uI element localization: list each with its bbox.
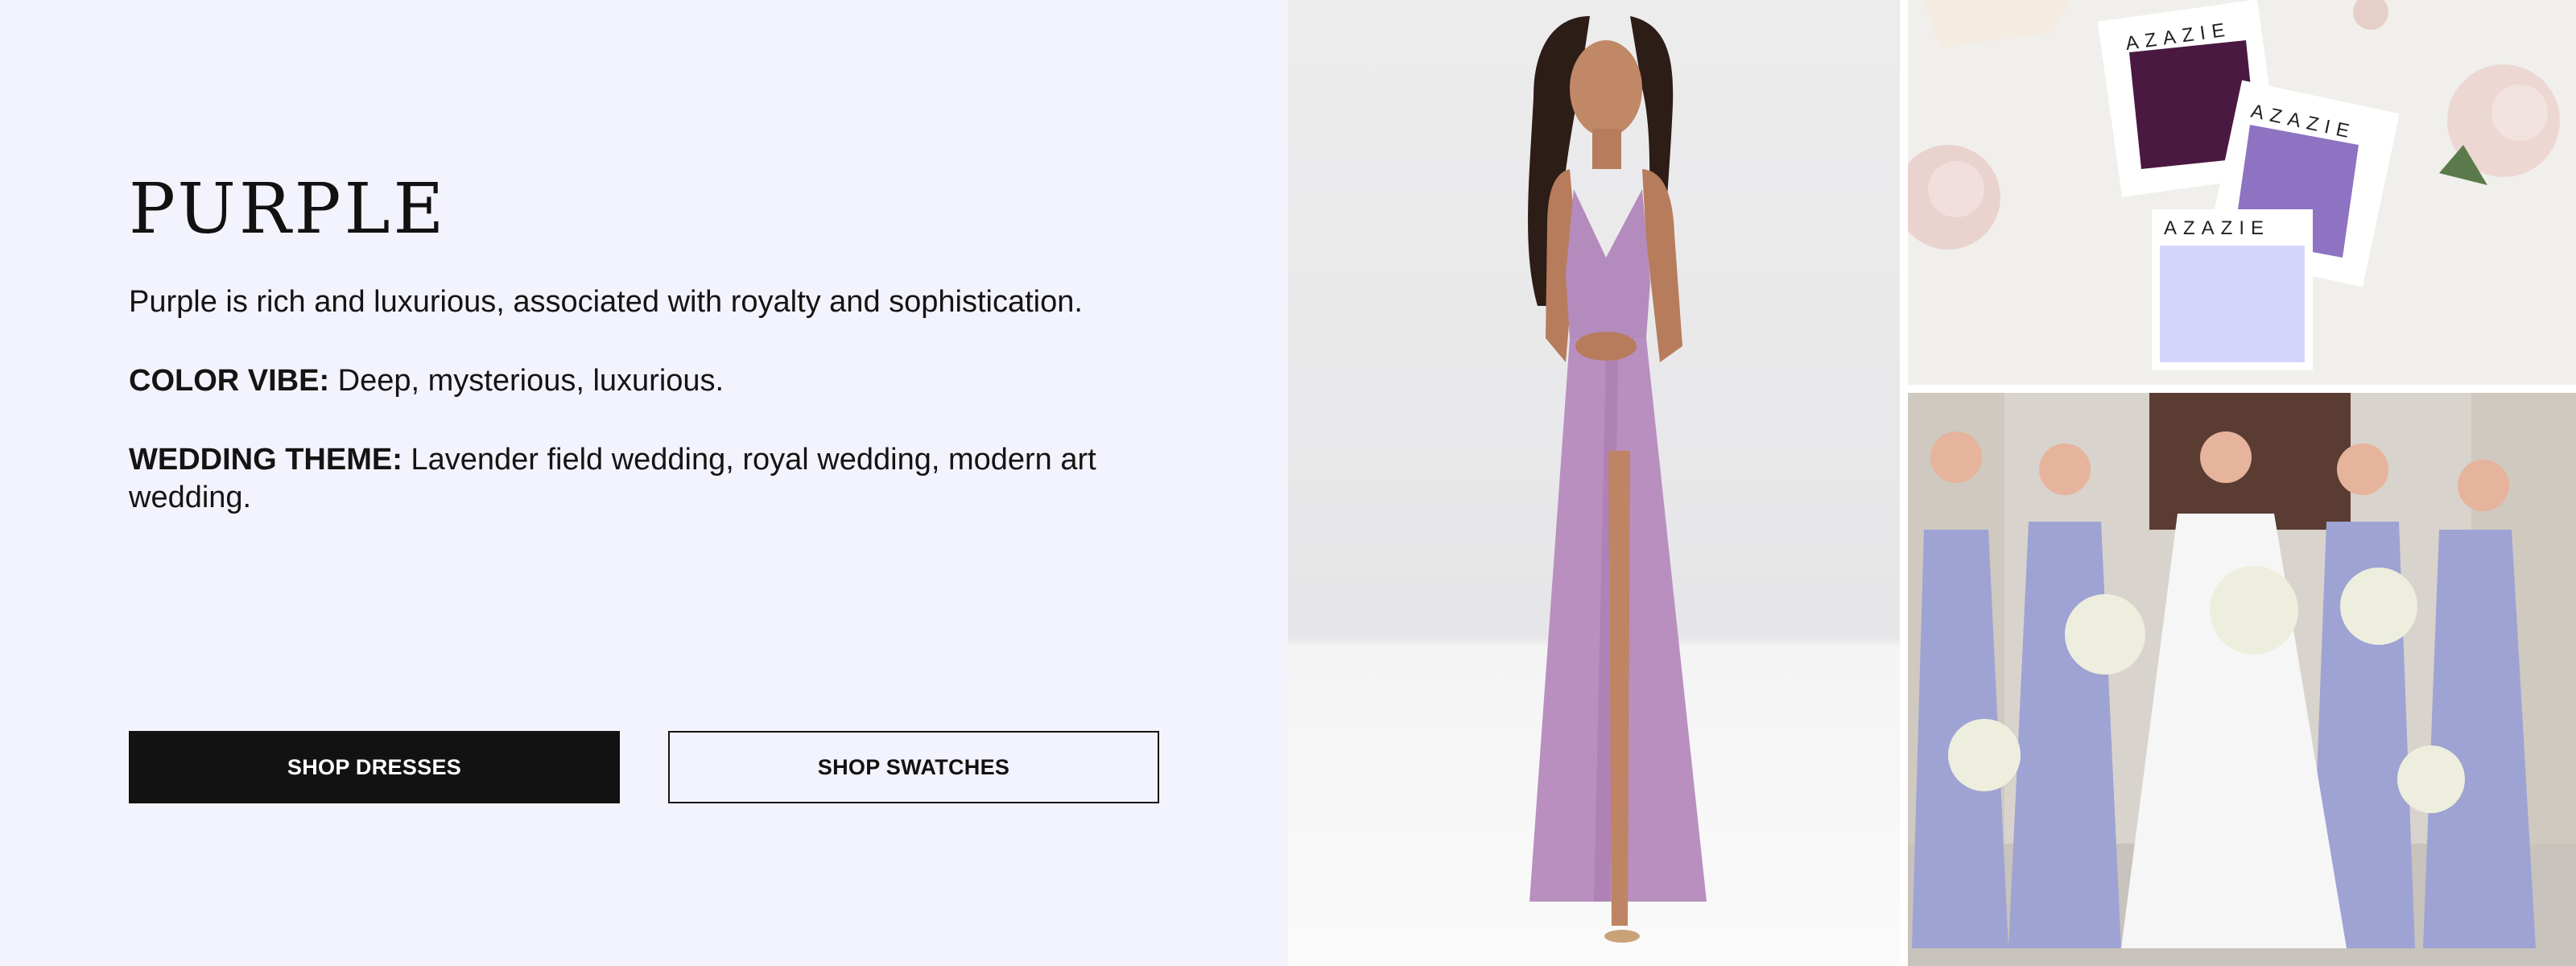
wedding-theme-label: WEDDING THEME: bbox=[129, 443, 402, 477]
shop-swatches-button[interactable]: SHOP SWATCHES bbox=[668, 731, 1159, 803]
swatches-illustration bbox=[1908, 0, 2560, 370]
color-vibe-value: Deep, mysterious, luxurious. bbox=[329, 364, 724, 398]
bridal-party-illustration bbox=[1908, 393, 2576, 966]
model-illustration bbox=[1528, 16, 1707, 943]
shop-dresses-button[interactable]: SHOP DRESSES bbox=[129, 731, 620, 803]
page-title: PURPLE bbox=[129, 169, 448, 250]
color-info-panel: PURPLE Purple is rich and luxurious, ass… bbox=[0, 0, 1288, 966]
color-vibe: COLOR VIBE: Deep, mysterious, luxurious. bbox=[129, 362, 1175, 400]
image-divider-vertical bbox=[1900, 0, 1908, 966]
swatch-brand-3: AZAZIE bbox=[2164, 217, 2271, 239]
color-description: Purple is rich and luxurious, associated… bbox=[129, 283, 1175, 558]
swatches-photo: AZAZIE AZAZIE AZAZIE bbox=[1908, 0, 2576, 385]
description-text: Purple is rich and luxurious, associated… bbox=[129, 285, 1083, 319]
color-vibe-label: COLOR VIBE: bbox=[129, 364, 330, 398]
wedding-theme: WEDDING THEME: Lavender field wedding, r… bbox=[129, 441, 1175, 517]
image-divider-horizontal bbox=[1908, 385, 2576, 393]
model-dress-photo bbox=[1288, 0, 1900, 966]
bridal-party-photo bbox=[1908, 393, 2576, 966]
